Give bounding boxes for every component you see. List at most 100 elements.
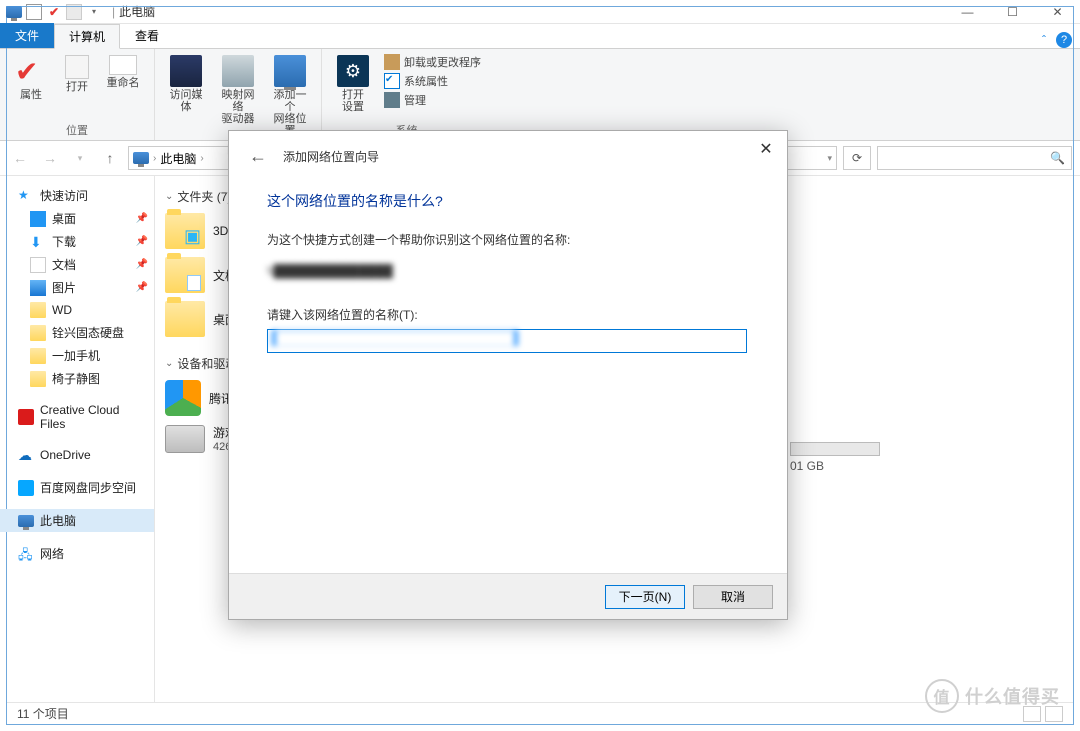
creative-cloud-icon [18, 409, 34, 425]
wizard-back-button[interactable]: ← [241, 142, 275, 171]
ribbon-tabs: 文件 计算机 查看 ˆ ? [0, 24, 1080, 49]
wizard-header: ← 添加网络位置向导 ✕ [229, 131, 787, 181]
system-properties-button[interactable]: ✔系统属性 [382, 72, 483, 90]
wizard-body: 这个网络位置的名称是什么? 为这个快捷方式创建一个帮助你识别这个网络位置的名称:… [229, 181, 787, 573]
chevron-down-icon[interactable]: ▾ [827, 153, 832, 164]
pictures-icon [30, 280, 46, 296]
download-icon: ⬇ [30, 234, 46, 250]
open-button[interactable]: 打开 [60, 53, 94, 95]
nav-baidu[interactable]: 百度网盘同步空间 [0, 476, 154, 499]
network-drive-icon [222, 55, 254, 87]
qat-dropdown-icon[interactable]: ▾ [86, 4, 102, 20]
thispc-icon [18, 515, 34, 527]
manage-icon [384, 92, 400, 108]
ribbon-group-system: 打开 设置 卸载或更改程序 ✔系统属性 管理 系统 [322, 49, 491, 140]
uninstall-button[interactable]: 卸载或更改程序 [382, 53, 483, 71]
wizard-network-path: \\██████████████ [267, 264, 749, 278]
nav-thispc[interactable]: 此电脑 [0, 509, 154, 532]
star-icon: ★ [18, 188, 34, 204]
drive-icon [165, 425, 205, 453]
app-icon [6, 6, 22, 18]
nav-wd[interactable]: WD [0, 299, 154, 321]
status-bar: 11 个项目 [7, 702, 1073, 724]
nav-onedrive[interactable]: ☁OneDrive [0, 444, 154, 466]
access-media-button[interactable]: 访问媒体 [163, 53, 209, 115]
nav-documents[interactable]: 文档📌 [0, 253, 154, 276]
nav-chair[interactable]: 椅子静图 [0, 367, 154, 390]
nav-network[interactable]: 🖧网络 [0, 542, 154, 565]
navigation-pane: ★快速访问 桌面📌 ⬇下载📌 文档📌 图片📌 WD 铨兴固态硬盘 一加手机 椅子… [0, 176, 155, 716]
thispc-icon [133, 152, 149, 164]
nav-downloads[interactable]: ⬇下载📌 [0, 230, 154, 253]
box-icon [384, 54, 400, 70]
open-settings-button[interactable]: 打开 设置 [330, 53, 376, 115]
minimize-button[interactable]: — [945, 0, 990, 24]
open-icon [65, 55, 89, 79]
folder-icon [30, 348, 46, 364]
wizard-next-button[interactable]: 下一页(N) [605, 585, 685, 609]
checkbox-icon: ✔ [384, 73, 400, 89]
search-input[interactable]: 🔍 [877, 146, 1072, 170]
baidu-icon [18, 480, 34, 496]
group-label: 位置 [8, 120, 146, 138]
qat-item[interactable] [66, 4, 82, 20]
tab-view[interactable]: 查看 [120, 23, 174, 48]
ribbon-group-location: ✔ 属性 打开 重命名 位置 [0, 49, 155, 140]
tab-file[interactable]: 文件 [0, 23, 54, 48]
maximize-button[interactable]: ☐ [990, 0, 1035, 24]
search-icon: 🔍 [1050, 151, 1065, 165]
wizard-field-label: 请键入该网络位置的名称(T): [267, 306, 749, 323]
checkmark-icon: ✔ [15, 55, 47, 87]
nav-quick-access[interactable]: ★快速访问 [0, 184, 154, 207]
folder-icon: ▣ [165, 213, 205, 249]
tencent-icon [165, 380, 201, 416]
divider: | [112, 5, 115, 19]
properties-button[interactable]: ✔ 属性 [8, 53, 54, 103]
folder-icon [30, 325, 46, 341]
rename-button[interactable]: 重命名 [100, 53, 146, 91]
pin-icon: 📌 [136, 259, 148, 270]
add-network-location-button[interactable]: 添加一个 网络位置 [267, 53, 313, 139]
qat-item[interactable] [26, 4, 42, 20]
help-icon[interactable]: ? [1056, 32, 1072, 48]
ribbon-group-network: 访问媒体 映射网络 驱动器 添加一个 网络位置 网络 [155, 49, 322, 140]
monitor-icon [274, 55, 306, 87]
close-button[interactable]: ✕ [1035, 0, 1080, 24]
folder-icon [30, 302, 46, 318]
pin-icon: 📌 [136, 213, 148, 224]
cloud-icon: ☁ [18, 447, 34, 463]
network-icon: 🖧 [18, 546, 34, 562]
nav-desktop[interactable]: 桌面📌 [0, 207, 154, 230]
document-icon [30, 257, 46, 273]
wizard-title: 添加网络位置向导 [283, 148, 379, 165]
nav-recent-button[interactable]: ▾ [68, 146, 92, 170]
nav-quanxing[interactable]: 铨兴固态硬盘 [0, 321, 154, 344]
chevron-right-icon[interactable]: › [153, 153, 156, 164]
window-title: 此电脑 [119, 3, 155, 20]
nav-oneplus[interactable]: 一加手机 [0, 344, 154, 367]
gear-icon [337, 55, 369, 87]
nav-up-button[interactable]: ↑ [98, 146, 122, 170]
nav-pictures[interactable]: 图片📌 [0, 276, 154, 299]
refresh-button[interactable]: ⟳ [843, 146, 871, 170]
titlebar: ✔ ▾ | 此电脑 — ☐ ✕ [0, 0, 1080, 24]
nav-forward-button[interactable]: → [38, 146, 62, 170]
map-drive-button[interactable]: 映射网络 驱动器 [215, 53, 261, 127]
status-item-count: 11 个项目 [17, 705, 69, 722]
wizard-close-button[interactable]: ✕ [751, 137, 781, 161]
wizard-cancel-button[interactable]: 取消 [693, 585, 773, 609]
ribbon-collapse-icon[interactable]: ˆ [1042, 33, 1046, 47]
nav-back-button[interactable]: ← [8, 146, 32, 170]
pin-icon: 📌 [136, 282, 148, 293]
ribbon: ✔ 属性 打开 重命名 位置 访问媒体 映射网络 驱动器 [0, 49, 1080, 141]
wizard-footer: 下一页(N) 取消 [229, 573, 787, 619]
manage-button[interactable]: 管理 [382, 91, 483, 109]
qat-check-icon[interactable]: ✔ [46, 4, 62, 20]
wizard-name-input[interactable]: ████████████████████████████ [267, 329, 747, 353]
folder-icon [165, 257, 205, 293]
nav-creative-cloud[interactable]: Creative Cloud Files [0, 400, 154, 434]
breadcrumb-segment[interactable]: 此电脑 [160, 150, 196, 167]
chevron-right-icon[interactable]: › [200, 153, 203, 164]
tab-computer[interactable]: 计算机 [54, 24, 120, 49]
folder-icon [30, 371, 46, 387]
